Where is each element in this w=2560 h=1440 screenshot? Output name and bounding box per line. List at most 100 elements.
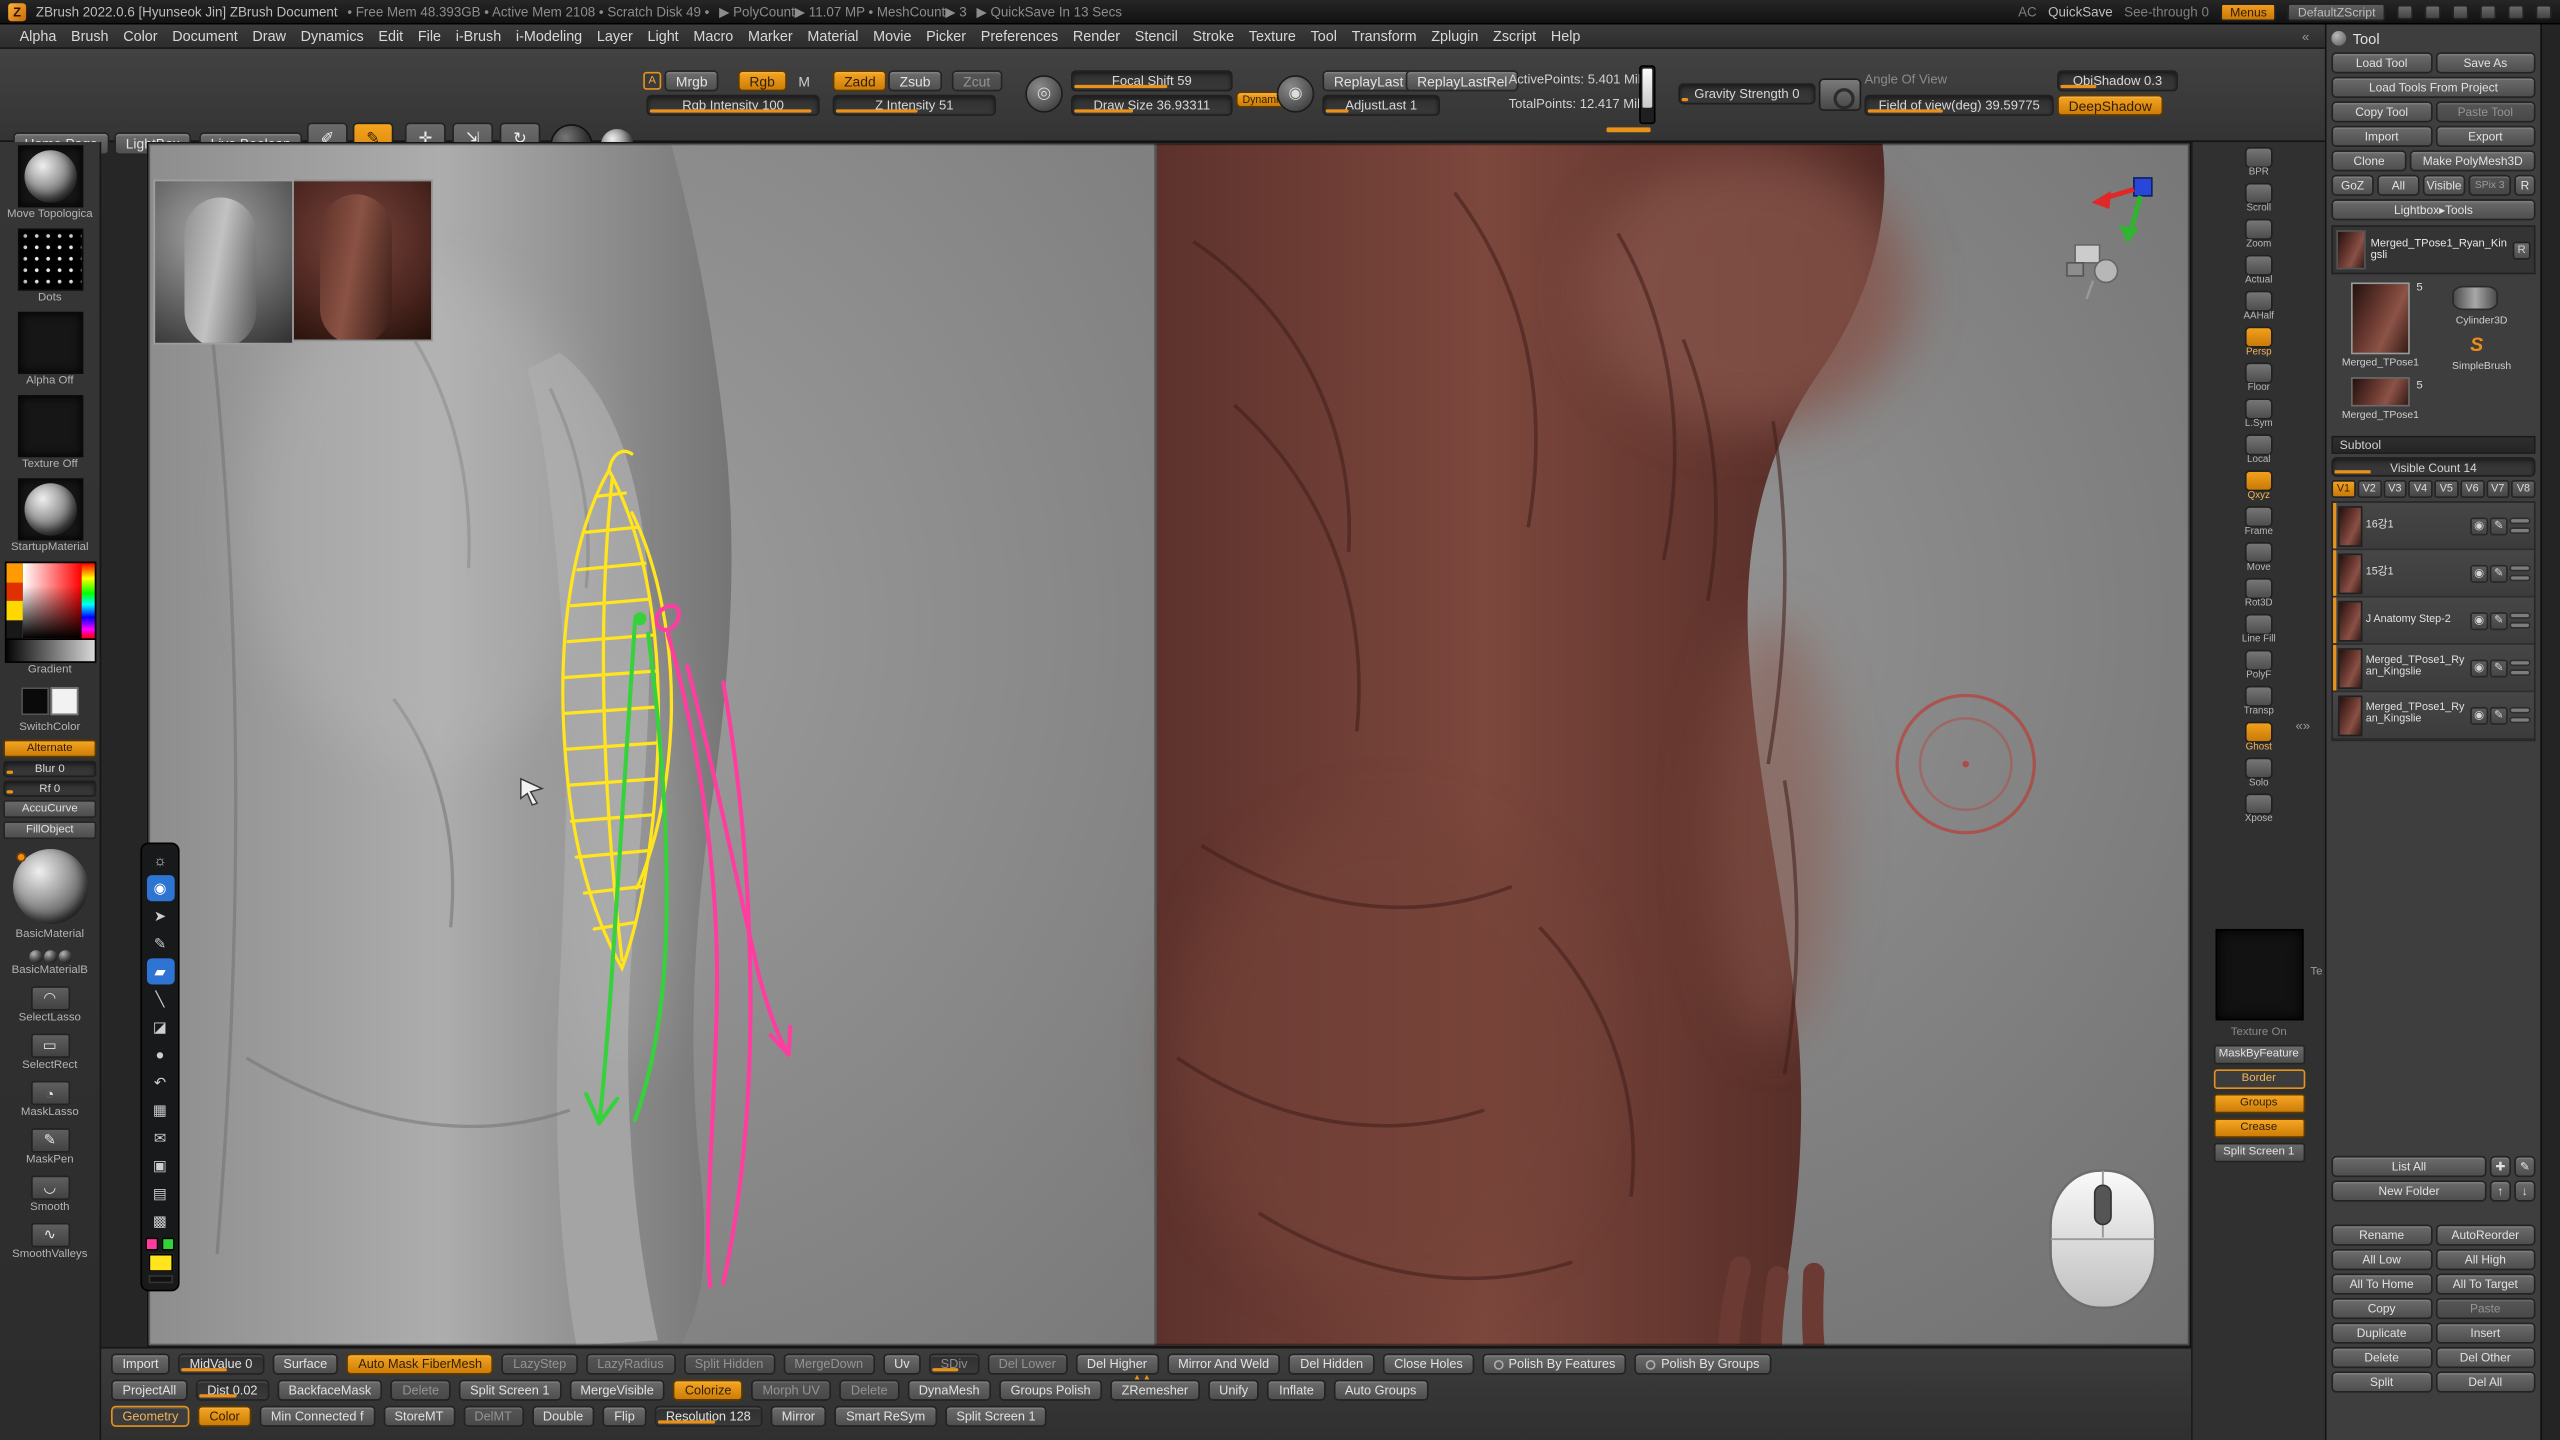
- bottom-button[interactable]: Resolution 128: [654, 1406, 762, 1427]
- menu-item[interactable]: Transform: [1345, 28, 1423, 44]
- visible-count-slider[interactable]: Visible Count 14: [2331, 457, 2535, 477]
- subtool-action-button[interactable]: Del All: [2435, 1371, 2535, 1392]
- menu-item[interactable]: Document: [166, 28, 245, 44]
- subtool-action-button[interactable]: Paste: [2435, 1298, 2535, 1319]
- shelf-toggle[interactable]: Ghost: [2245, 722, 2273, 755]
- alpha-preview[interactable]: [17, 312, 82, 374]
- bottom-button[interactable]: Flip: [603, 1406, 646, 1427]
- goz-visible-button[interactable]: Visible: [2423, 175, 2465, 196]
- subtool-action-button[interactable]: Delete: [2331, 1347, 2431, 1368]
- bottom-button[interactable]: Close Holes: [1383, 1353, 1475, 1374]
- subtool-tab[interactable]: V5: [2434, 480, 2458, 498]
- bottom-button[interactable]: MidValue 0: [178, 1353, 264, 1374]
- menu-item[interactable]: Help: [1544, 28, 1587, 44]
- menu-item[interactable]: Render: [1066, 28, 1126, 44]
- canvas-viewport[interactable]: [147, 142, 2191, 1347]
- brush-icon[interactable]: ✎: [2490, 517, 2508, 535]
- annotation-icon[interactable]: ◪: [146, 1014, 174, 1040]
- tool-r-chip[interactable]: R: [2513, 241, 2531, 259]
- shelf-toggle[interactable]: Rot3D: [2245, 578, 2273, 611]
- annotation-icon[interactable]: ●: [146, 1042, 174, 1068]
- focal-shift-slider[interactable]: Focal Shift 59: [1071, 70, 1233, 91]
- z-intensity-slider[interactable]: Z Intensity 51: [833, 95, 996, 116]
- goz-button[interactable]: GoZ: [2331, 175, 2373, 196]
- menu-item[interactable]: i-Modeling: [509, 28, 588, 44]
- quicksave-button[interactable]: QuickSave: [2048, 4, 2113, 19]
- annotation-icon[interactable]: ➤: [146, 903, 174, 929]
- gravity-strength-slider[interactable]: Gravity Strength 0: [1678, 83, 1815, 104]
- bottom-button[interactable]: Import: [111, 1353, 170, 1374]
- subtool-toggles[interactable]: [2509, 707, 2530, 723]
- subtool-row[interactable]: Merged_TPose1_Ryan_Kingslie ◉ ✎: [2333, 692, 2534, 739]
- mrgb-button[interactable]: Mrgb: [664, 70, 718, 91]
- crease-button[interactable]: Crease: [2213, 1118, 2304, 1138]
- blur-slider[interactable]: Blur 0: [3, 761, 96, 777]
- annotation-icon[interactable]: ▦: [146, 1097, 174, 1123]
- menu-item[interactable]: Macro: [687, 28, 740, 44]
- menu-item[interactable]: Zscript: [1487, 28, 1543, 44]
- menu-item[interactable]: Zplugin: [1425, 28, 1485, 44]
- green-swatch[interactable]: [162, 1238, 175, 1251]
- cylinder3d-thumb[interactable]: [2452, 286, 2498, 310]
- zadd-button[interactable]: Zadd: [833, 70, 887, 91]
- menu-item[interactable]: Marker: [741, 28, 799, 44]
- hue-strip[interactable]: [81, 563, 94, 638]
- bottom-button[interactable]: Mirror: [770, 1406, 826, 1427]
- bottom-button[interactable]: MergeVisible: [569, 1380, 665, 1401]
- fillobject-button[interactable]: FillObject: [3, 821, 96, 839]
- bottom-button[interactable]: Morph UV: [751, 1380, 831, 1401]
- mask-by-feature-button[interactable]: MaskByFeature: [2213, 1044, 2304, 1064]
- subtool-action-button[interactable]: Del Other: [2435, 1347, 2535, 1368]
- bottom-button[interactable]: LazyRadius: [586, 1353, 675, 1374]
- shelf-toggle[interactable]: L.Sym: [2245, 398, 2273, 431]
- doc-icon[interactable]: [2480, 4, 2496, 19]
- subtool-tab[interactable]: V7: [2486, 480, 2510, 498]
- accucurve-button[interactable]: AccuCurve: [3, 800, 96, 818]
- bottom-button[interactable]: Auto Mask FiberMesh: [347, 1353, 494, 1374]
- subtool-row[interactable]: 16강1 ◉ ✎: [2333, 503, 2534, 550]
- annotation-icon[interactable]: ▣: [146, 1153, 174, 1179]
- active-tool-row[interactable]: Merged_TPose1_Ryan_Kingsli R: [2331, 225, 2535, 274]
- brush-icon[interactable]: ✎: [2490, 611, 2508, 629]
- stroke-preview[interactable]: [17, 229, 82, 291]
- gravity-direction-widget[interactable]: [1639, 65, 1655, 124]
- select-lasso-icon[interactable]: [30, 986, 69, 1010]
- shelf-toggle[interactable]: Solo: [2245, 758, 2273, 791]
- split-screen-button[interactable]: Split Screen 1: [2213, 1142, 2304, 1162]
- smooth-valleys-icon[interactable]: [30, 1223, 69, 1247]
- reference-thumb-red[interactable]: [294, 180, 433, 342]
- saturation-square[interactable]: [22, 563, 81, 638]
- menu-item[interactable]: Tool: [1304, 28, 1343, 44]
- bottom-button[interactable]: Smart ReSym: [835, 1406, 937, 1427]
- shelf-toggle[interactable]: Zoom: [2245, 219, 2273, 252]
- subtool-tab[interactable]: V8: [2511, 480, 2535, 498]
- bottom-button[interactable]: ProjectAll: [111, 1380, 188, 1401]
- subtool-toggles[interactable]: [2509, 518, 2530, 534]
- eye-icon[interactable]: ◉: [2470, 659, 2488, 677]
- black-swatch[interactable]: [148, 1275, 172, 1283]
- basic-material-b-icon[interactable]: [29, 950, 71, 963]
- subtool-action-button[interactable]: All Low: [2331, 1249, 2431, 1270]
- m-label[interactable]: M: [798, 73, 810, 89]
- tool-panel-header[interactable]: Tool: [2331, 28, 2535, 49]
- help-icon[interactable]: [2536, 4, 2552, 19]
- select-rect-icon[interactable]: [30, 1033, 69, 1057]
- annotation-icon[interactable]: ▤: [146, 1180, 174, 1206]
- reference-thumb-gray[interactable]: [153, 180, 293, 345]
- fov-slider[interactable]: Field of view(deg) 39.59775: [1864, 95, 2053, 116]
- bottom-button[interactable]: Del Lower: [987, 1353, 1067, 1374]
- layout-icon[interactable]: [2397, 4, 2413, 19]
- bottom-button[interactable]: Del Hidden: [1289, 1353, 1375, 1374]
- bottom-button[interactable]: Color: [198, 1406, 251, 1427]
- bottom-button[interactable]: Polish By Features: [1482, 1353, 1626, 1374]
- simplebrush-thumb[interactable]: S: [2462, 331, 2491, 357]
- grid-icon[interactable]: [2452, 4, 2468, 19]
- secondary-color-swatch[interactable]: [50, 687, 78, 715]
- texture-preview-box[interactable]: Te: [2215, 929, 2303, 1020]
- folder-down-icon[interactable]: [2514, 1180, 2535, 1201]
- menu-item[interactable]: Stroke: [1186, 28, 1241, 44]
- menu-item[interactable]: Stencil: [1128, 28, 1184, 44]
- bottom-button[interactable]: Double: [531, 1406, 594, 1427]
- shelf-toggle[interactable]: Xpose: [2245, 793, 2273, 826]
- eye-icon[interactable]: ◉: [2470, 706, 2488, 724]
